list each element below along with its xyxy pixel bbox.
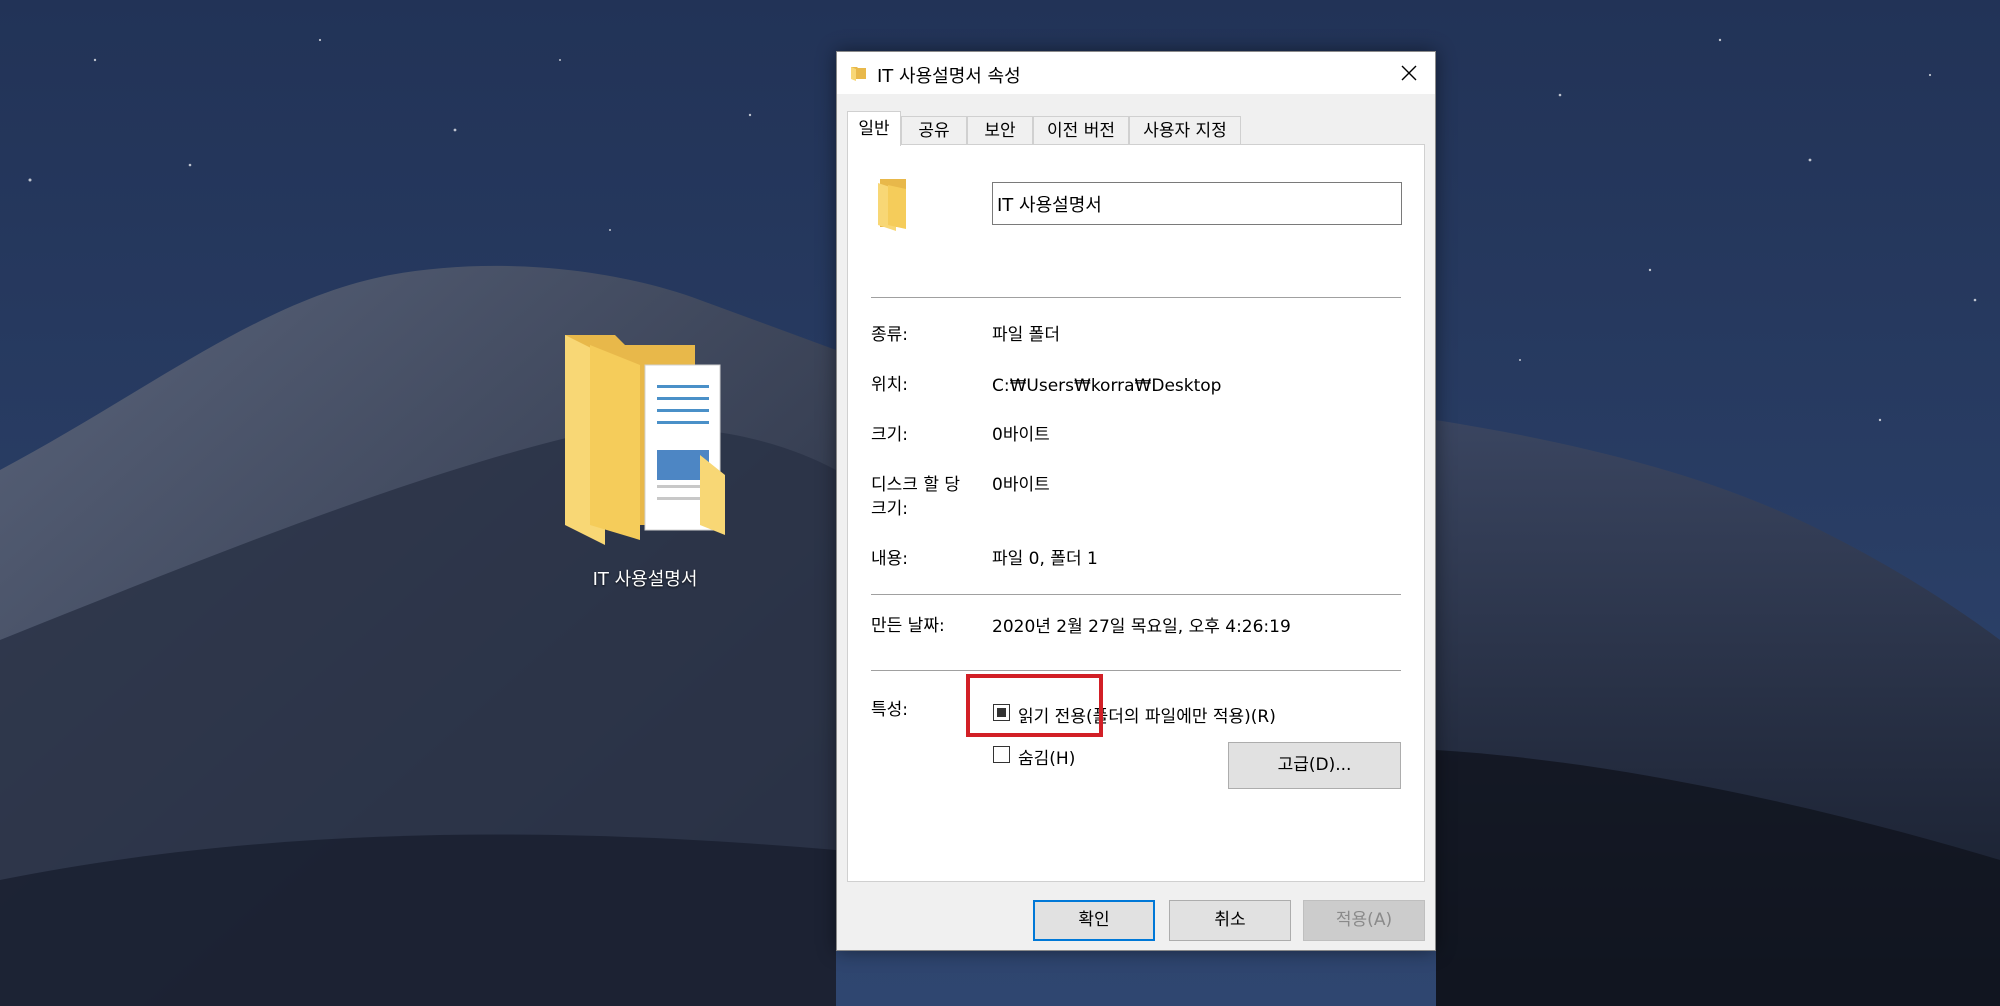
ok-button[interactable]: 확인 bbox=[1033, 900, 1155, 941]
close-button[interactable] bbox=[1383, 52, 1435, 94]
highlight-annotation bbox=[966, 674, 1103, 737]
tab-customize[interactable]: 사용자 지정 bbox=[1129, 116, 1241, 144]
hidden-checkbox[interactable] bbox=[993, 746, 1010, 763]
tab-security[interactable]: 보안 bbox=[967, 116, 1033, 144]
type-value: 파일 폴더 bbox=[992, 325, 1060, 345]
created-value: 2020년 2월 27일 목요일, 오후 4:26:19 bbox=[992, 617, 1291, 637]
cancel-button[interactable]: 취소 bbox=[1169, 900, 1291, 941]
properties-dialog: IT 사용설명서 속성 일반 공유 보안 이전 버전 사용자 지정 종류: 파일… bbox=[836, 51, 1436, 951]
attributes-label: 특성: bbox=[871, 700, 909, 720]
desktop-folder-label: IT 사용설명서 bbox=[592, 569, 698, 590]
type-label: 종류: bbox=[871, 325, 909, 345]
general-panel: 종류: 파일 폴더 위치: C:₩Users₩korra₩Desktop 크기:… bbox=[847, 144, 1425, 882]
hidden-label[interactable]: 숨김(H) bbox=[1018, 744, 1075, 769]
location-value: C:₩Users₩korra₩Desktop bbox=[992, 376, 1222, 396]
tab-sharing[interactable]: 공유 bbox=[901, 116, 967, 144]
folder-icon bbox=[851, 67, 866, 81]
title-bar[interactable]: IT 사용설명서 속성 bbox=[837, 52, 1435, 94]
separator bbox=[871, 670, 1401, 671]
advanced-button[interactable]: 고급(D)... bbox=[1228, 742, 1401, 789]
folder-documents-icon bbox=[565, 335, 725, 545]
apply-button[interactable]: 적용(A) bbox=[1303, 900, 1425, 941]
size-label: 크기: bbox=[871, 425, 909, 445]
created-label: 만든 날짜: bbox=[871, 616, 945, 636]
folder-name-input[interactable] bbox=[992, 182, 1402, 225]
separator bbox=[871, 297, 1401, 298]
separator bbox=[871, 594, 1401, 595]
size-value: 0바이트 bbox=[992, 425, 1050, 445]
folder-icon-large bbox=[878, 179, 906, 231]
tab-general[interactable]: 일반 bbox=[847, 111, 901, 146]
location-label: 위치: bbox=[871, 375, 909, 395]
close-icon bbox=[1401, 65, 1417, 81]
disk-size-value: 0바이트 bbox=[992, 475, 1050, 495]
contents-label: 내용: bbox=[871, 549, 909, 569]
dialog-title: IT 사용설명서 속성 bbox=[877, 66, 1021, 87]
desktop-folder-item[interactable]: IT 사용설명서 bbox=[545, 325, 745, 590]
disk-size-label: 디스크 할 당 크기: bbox=[871, 475, 961, 519]
tab-previous-versions[interactable]: 이전 버전 bbox=[1033, 116, 1129, 144]
contents-value: 파일 0, 폴더 1 bbox=[992, 549, 1098, 569]
